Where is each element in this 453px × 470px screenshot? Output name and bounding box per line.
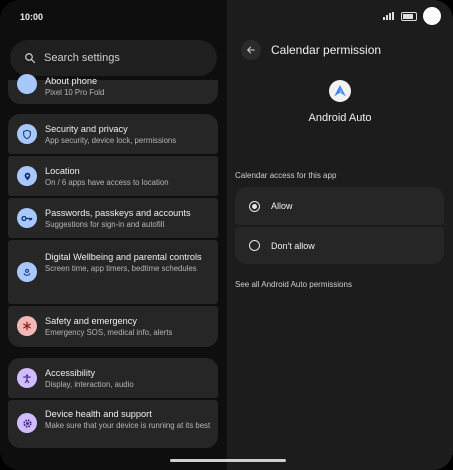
option-label: Don't allow [271,240,315,251]
shield-icon [17,124,37,144]
location-pin-icon [17,166,37,186]
settings-item-subtitle: On / 6 apps have access to location [45,178,169,187]
radio-button-selected[interactable] [249,200,260,212]
settings-item-subtitle: App security, device lock, permissions [45,136,177,145]
settings-pane: 10:00 Search settings About phone Pixel … [0,0,227,470]
phone-icon [17,74,37,94]
page-title: Calendar permission [271,43,382,57]
settings-item-safety[interactable]: Safety and emergency Emergency SOS, medi… [8,306,218,347]
settings-item-subtitle: Suggestions for sign-in and autofill [45,220,165,229]
asterisk-icon [17,316,37,336]
settings-item-title: Security and privacy [45,124,128,134]
settings-item-title: Location [45,166,80,176]
status-icons [383,7,441,25]
back-button[interactable] [241,40,261,60]
settings-item-subtitle: Screen time, app timers, bedtime schedul… [45,264,197,273]
settings-item-title: Device health and support [45,409,152,419]
gesture-navigation-bar[interactable] [170,459,286,462]
settings-item-subtitle: Display, interaction, audio [45,380,134,389]
radio-button[interactable] [249,240,260,251]
arrow-left-icon [247,46,255,54]
search-bar[interactable]: Search settings [10,40,217,76]
settings-item-about-phone[interactable]: About phone Pixel 10 Pro Fold [8,74,218,104]
option-label: Allow [271,201,293,211]
status-time: 10:00 [20,12,44,22]
camera-cutout-icon [423,7,441,25]
wellbeing-icon [17,262,37,282]
key-icon [17,208,37,228]
settings-item-location[interactable]: Location On / 6 apps have access to loca… [8,156,218,196]
settings-item-subtitle: Make sure that your device is running at… [45,421,211,430]
settings-item-digital-wellbeing[interactable]: Digital Wellbeing and parental controls … [8,240,218,304]
search-placeholder: Search settings [44,52,120,64]
see-all-permissions-link[interactable]: See all Android Auto permissions [235,280,352,289]
app-name: Android Auto [308,112,372,124]
section-label: Calendar access for this app [235,171,337,180]
signal-icon [383,12,395,20]
settings-item-title: Accessibility [45,368,96,378]
settings-item-title: Passwords, passkeys and accounts [45,208,191,218]
option-dont-allow[interactable]: Don't allow [235,227,444,264]
option-allow[interactable]: Allow [235,187,444,225]
settings-item-passwords[interactable]: Passwords, passkeys and accounts Suggest… [8,198,218,238]
detail-pane: Calendar permission Android Auto Calenda… [227,0,453,470]
screen: 10:00 Search settings About phone Pixel … [0,0,453,470]
android-auto-logo-icon [329,80,351,102]
battery-icon [401,11,417,21]
settings-item-subtitle: Pixel 10 Pro Fold [45,88,105,97]
settings-item-accessibility[interactable]: Accessibility Display, interaction, audi… [8,358,218,398]
settings-item-title: Safety and emergency [45,316,137,326]
settings-item-security[interactable]: Security and privacy App security, devic… [8,114,218,154]
search-icon [25,53,36,64]
settings-item-subtitle: Emergency SOS, medical info, alerts [45,328,173,337]
settings-item-title: Digital Wellbeing and parental controls [45,252,202,262]
accessibility-icon [17,368,37,388]
gear-icon [17,413,37,433]
settings-item-device-health[interactable]: Device health and support Make sure that… [8,400,218,448]
settings-item-title: About phone [45,76,98,86]
